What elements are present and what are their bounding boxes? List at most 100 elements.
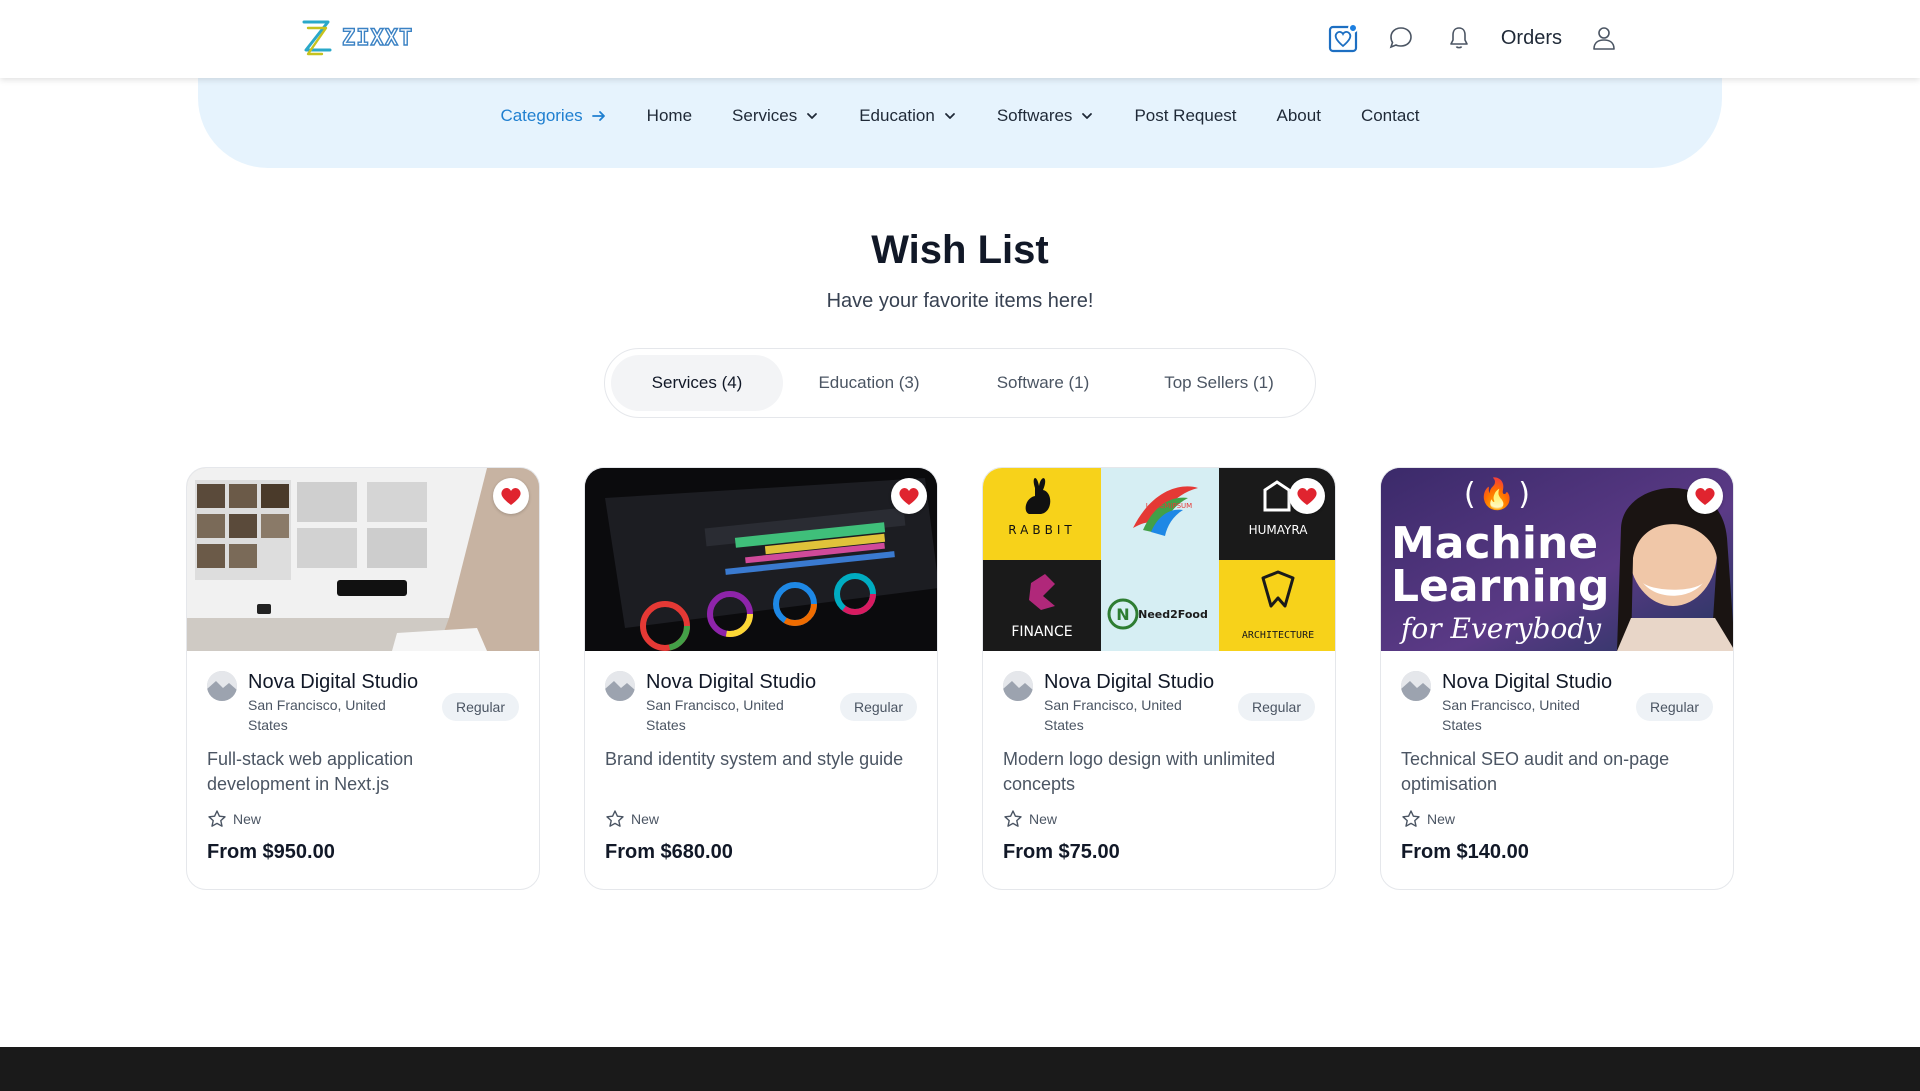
pos-tablet-image (187, 468, 539, 651)
service-title[interactable]: Full-stack web application development i… (207, 747, 519, 797)
seller-name[interactable]: Nova Digital Studio (1044, 669, 1214, 695)
seller-location: San Francisco, United States (1442, 697, 1580, 733)
seller-info[interactable]: Nova Digital Studio San Francisco, Unite… (605, 669, 917, 735)
chevron-down-icon (1082, 113, 1093, 119)
card-thumbnail[interactable] (585, 468, 937, 651)
rating: New (1401, 809, 1713, 829)
nav-home-label: Home (646, 106, 693, 125)
star-outline-icon (606, 810, 624, 827)
page-title: Wish List (871, 228, 1049, 272)
messages-button[interactable] (1385, 22, 1417, 54)
wishlist-button[interactable] (1327, 22, 1359, 54)
star-outline-icon (1004, 810, 1022, 827)
seller-name[interactable]: Nova Digital Studio (248, 669, 418, 695)
star-outline-icon (1402, 810, 1420, 827)
avatar-placeholder-icon (1003, 671, 1033, 701)
nav-contact[interactable]: Contact (1341, 106, 1440, 126)
nav-softwares[interactable]: Softwares (977, 106, 1115, 126)
logo-collage-image: RABBIT LOREMIPSUM HUMAYRA FINANCE N Need… (983, 468, 1335, 651)
seller-level-badge: Regular (839, 693, 917, 721)
orders-link[interactable]: Orders (1501, 27, 1562, 50)
nav-education-label: Education (859, 106, 935, 125)
tab-services[interactable]: Services (4) (611, 355, 783, 411)
heart-filled-icon (899, 488, 919, 505)
nav-about[interactable]: About (1257, 106, 1341, 126)
tab-education[interactable]: Education (3) (783, 355, 955, 411)
nav-home[interactable]: Home (627, 106, 712, 126)
wishlist-tabs: Services (4) Education (3) Software (1) … (604, 348, 1316, 418)
nav-services-label: Services (732, 106, 798, 125)
seller-location: San Francisco, United States (1044, 697, 1182, 733)
avatar[interactable] (605, 671, 635, 701)
machine-learning-image: (🔥) Machine Learning for Everybody (1381, 468, 1733, 651)
service-title[interactable]: Technical SEO audit and on-page optimisa… (1401, 747, 1713, 797)
chevron-down-icon (944, 113, 955, 119)
service-price: From $950.00 (207, 841, 335, 863)
seller-name[interactable]: Nova Digital Studio (1442, 669, 1612, 695)
service-price: From $75.00 (1003, 841, 1120, 863)
service-price: From $680.00 (605, 841, 733, 863)
card-thumbnail[interactable] (187, 468, 539, 651)
logo[interactable]: ZIXXT (300, 16, 413, 60)
nav-contact-label: Contact (1360, 106, 1420, 125)
rating-label: New (1029, 811, 1058, 827)
avatar[interactable] (1003, 671, 1033, 701)
rating: New (605, 809, 917, 829)
logo-rabbit-text: RABBIT (1008, 523, 1075, 537)
service-title[interactable]: Modern logo design with unlimited concep… (1003, 747, 1315, 797)
nav-services[interactable]: Services (712, 106, 839, 126)
avatar[interactable] (207, 671, 237, 701)
notifications-button[interactable] (1443, 22, 1475, 54)
seller-location: San Francisco, United States (248, 697, 386, 733)
bell-icon (1450, 27, 1468, 49)
star-outline-icon (208, 810, 226, 827)
heart-filled-icon (501, 488, 521, 505)
svg-text:(🔥): (🔥) (1460, 476, 1533, 512)
nav-softwares-label: Softwares (996, 106, 1073, 125)
nav-education[interactable]: Education (839, 106, 977, 126)
logo-mark-icon (302, 20, 332, 56)
nav-post-request-label: Post Request (1134, 106, 1237, 125)
chat-icon (1389, 27, 1412, 49)
profile-button[interactable] (1588, 22, 1620, 54)
favorite-button[interactable] (1687, 478, 1723, 514)
rating-label: New (1427, 811, 1456, 827)
footer (0, 1047, 1920, 1091)
nav-categories[interactable]: Categories (480, 106, 626, 126)
avatar-placeholder-icon (207, 671, 237, 701)
rating-label: New (233, 811, 262, 827)
logo-text: ZIXXT (341, 25, 414, 51)
seller-name[interactable]: Nova Digital Studio (646, 669, 816, 695)
service-title[interactable]: Brand identity system and style guide (605, 747, 917, 797)
seller-level-badge: Regular (1237, 693, 1315, 721)
rating-label: New (631, 811, 660, 827)
service-price: From $140.00 (1401, 841, 1529, 863)
avatar[interactable] (1401, 671, 1431, 701)
heart-filled-icon (1297, 488, 1317, 505)
seller-info[interactable]: Nova Digital Studio San Francisco, Unite… (1003, 669, 1315, 735)
logo-loremipsum-text: LOREMIPSUM (1146, 502, 1192, 510)
card-thumbnail[interactable]: (🔥) Machine Learning for Everybody (1381, 468, 1733, 651)
thumb-text-for-everybody: for Everybody (1399, 612, 1602, 645)
tab-software[interactable]: Software (1) (955, 355, 1131, 411)
nav-categories-label: Categories (500, 106, 583, 125)
service-card[interactable]: Nova Digital Studio San Francisco, Unite… (186, 467, 540, 890)
nav-about-label: About (1276, 106, 1321, 125)
color-grading-image (585, 468, 937, 651)
tab-top-sellers[interactable]: Top Sellers (1) (1131, 355, 1307, 411)
page-subtitle: Have your favorite items here! (826, 290, 1094, 312)
seller-info[interactable]: Nova Digital Studio San Francisco, Unite… (1401, 669, 1713, 735)
seller-info[interactable]: Nova Digital Studio San Francisco, Unite… (207, 669, 519, 735)
favorite-button[interactable] (891, 478, 927, 514)
nav-post-request[interactable]: Post Request (1114, 106, 1256, 126)
rating: New (1003, 809, 1315, 829)
card-thumbnail[interactable]: RABBIT LOREMIPSUM HUMAYRA FINANCE N Need… (983, 468, 1335, 651)
service-card[interactable]: Nova Digital Studio San Francisco, Unite… (584, 467, 938, 890)
favorite-button[interactable] (493, 478, 529, 514)
service-card[interactable]: (🔥) Machine Learning for Everybody Nova … (1380, 467, 1734, 890)
favorite-button[interactable] (1289, 478, 1325, 514)
avatar-placeholder-icon (1401, 671, 1431, 701)
svg-text:N: N (1116, 605, 1129, 624)
logo-finance-text: FINANCE (1011, 624, 1072, 640)
service-card[interactable]: RABBIT LOREMIPSUM HUMAYRA FINANCE N Need… (982, 467, 1336, 890)
